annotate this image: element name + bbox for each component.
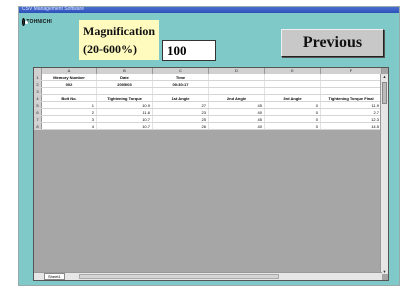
table-cell[interactable]: 12.3 <box>321 116 382 122</box>
table-cell[interactable]: 00:30:17 <box>153 81 209 87</box>
table-cell[interactable]: Bolt No. <box>42 95 97 101</box>
row-number[interactable]: 1 <box>34 74 42 80</box>
row-number[interactable]: 8 <box>34 123 42 129</box>
row-number[interactable]: 4 <box>34 95 42 101</box>
table-cell[interactable]: Tightening Torque <box>97 95 153 101</box>
table-cell[interactable]: 0 <box>265 116 321 122</box>
table-cell[interactable]: 002 <box>42 81 97 87</box>
table-cell[interactable]: 26 <box>153 123 209 129</box>
scroll-down-arrow-icon[interactable]: ▼ <box>382 269 387 274</box>
table-cell[interactable] <box>265 74 321 80</box>
table-cell[interactable]: Memory Number <box>42 74 97 80</box>
table-row: 8 4 10.7 26 40 0 14.5 <box>34 123 382 130</box>
table-cell[interactable]: 14.5 <box>321 123 382 129</box>
magnification-range-label: (20-600%) <box>83 42 137 56</box>
table-cell[interactable] <box>321 81 382 87</box>
magnification-label-box: Magnification (20-600%) <box>79 20 159 60</box>
table-cell[interactable]: 2.7 <box>321 109 382 115</box>
table-row: 6 2 11.6 23 40 0 2.7 <box>34 109 382 116</box>
vertical-scrollbar[interactable]: ▲ ▼ <box>380 74 388 274</box>
table-cell[interactable]: 25 <box>153 116 209 122</box>
table-cell[interactable]: 0 <box>265 123 321 129</box>
scroll-thumb[interactable] <box>382 82 387 104</box>
table-cell[interactable]: 40 <box>209 109 265 115</box>
table-cell[interactable] <box>153 88 209 94</box>
app-window: CSV Management Software TOHNICHI Magnifi… <box>18 6 400 286</box>
table-cell[interactable]: 45 <box>209 102 265 108</box>
table-cell[interactable]: 0 <box>265 109 321 115</box>
previous-button[interactable]: Previous <box>281 29 384 57</box>
logo-text: TOHNICHI <box>26 18 52 25</box>
table-cell[interactable] <box>209 81 265 87</box>
table-cell[interactable] <box>321 88 382 94</box>
table-row: 1 Memory Number Date Time <box>34 74 382 81</box>
row-number[interactable]: 2 <box>34 81 42 87</box>
table-cell[interactable]: Tightening Torque Final <box>321 95 382 101</box>
magnification-label: Magnification <box>83 24 155 38</box>
sheet-tab-bar: Sheet1 <box>34 272 382 280</box>
table-cell[interactable]: Date <box>97 74 153 80</box>
company-logo: TOHNICHI <box>22 17 52 26</box>
table-cell[interactable] <box>321 74 382 80</box>
table-cell[interactable]: 1 <box>42 102 97 108</box>
table-cell[interactable]: Time <box>153 74 209 80</box>
table-cell[interactable] <box>209 88 265 94</box>
table-cell[interactable] <box>42 88 97 94</box>
row-number[interactable]: 7 <box>34 116 42 122</box>
table-row: 7 3 10.7 25 45 0 12.3 <box>34 116 382 123</box>
sheet-tab[interactable]: Sheet1 <box>44 273 65 280</box>
table-row: 4 Bolt No. Tightening Torque 1st Angle 2nd A… <box>34 95 382 102</box>
logo-mark-icon <box>22 17 29 26</box>
table-cell[interactable] <box>265 88 321 94</box>
table-cell[interactable]: 1st Angle <box>153 95 209 101</box>
table-cell[interactable]: 11.6 <box>97 109 153 115</box>
table-cell[interactable]: 45 <box>209 116 265 122</box>
spreadsheet-view[interactable]: A B C D E F 1 Memory Number Date Time 2 002 20… <box>33 67 389 281</box>
table-cell[interactable]: 2nd Angle <box>209 95 265 101</box>
table-cell[interactable]: 2 <box>42 109 97 115</box>
scroll-up-arrow-icon[interactable]: ▲ <box>382 74 387 79</box>
magnification-input[interactable]: 100 <box>162 40 216 61</box>
table-cell[interactable]: 3 <box>42 116 97 122</box>
table-row: 2 002 2005/03 00:30:17 <box>34 81 382 88</box>
table-row: 3 <box>34 88 382 95</box>
row-number[interactable]: 6 <box>34 109 42 115</box>
sheet-grid: 1 Memory Number Date Time 2 002 2005/03 00:30:1… <box>34 74 382 130</box>
table-cell[interactable] <box>97 88 153 94</box>
table-cell[interactable]: 10.7 <box>97 116 153 122</box>
row-number[interactable]: 3 <box>34 88 42 94</box>
table-cell[interactable]: 27 <box>153 102 209 108</box>
table-cell[interactable] <box>265 81 321 87</box>
table-cell[interactable]: 10.9 <box>97 102 153 108</box>
table-cell[interactable]: 40 <box>209 123 265 129</box>
window-title: CSV Management Software <box>22 6 84 12</box>
table-cell[interactable]: 0 <box>265 102 321 108</box>
table-cell[interactable]: 11.9 <box>321 102 382 108</box>
horizontal-scrollbar[interactable] <box>78 274 279 279</box>
title-bar: CSV Management Software <box>19 6 399 13</box>
table-cell[interactable] <box>209 74 265 80</box>
table-cell[interactable]: 23 <box>153 109 209 115</box>
table-cell[interactable]: 4 <box>42 123 97 129</box>
table-cell[interactable]: 3rd Angle <box>265 95 321 101</box>
table-cell[interactable]: 10.7 <box>97 123 153 129</box>
row-number[interactable]: 5 <box>34 102 42 108</box>
table-cell[interactable]: 2005/03 <box>97 81 153 87</box>
table-row: 5 1 10.9 27 45 0 11.9 <box>34 102 382 109</box>
